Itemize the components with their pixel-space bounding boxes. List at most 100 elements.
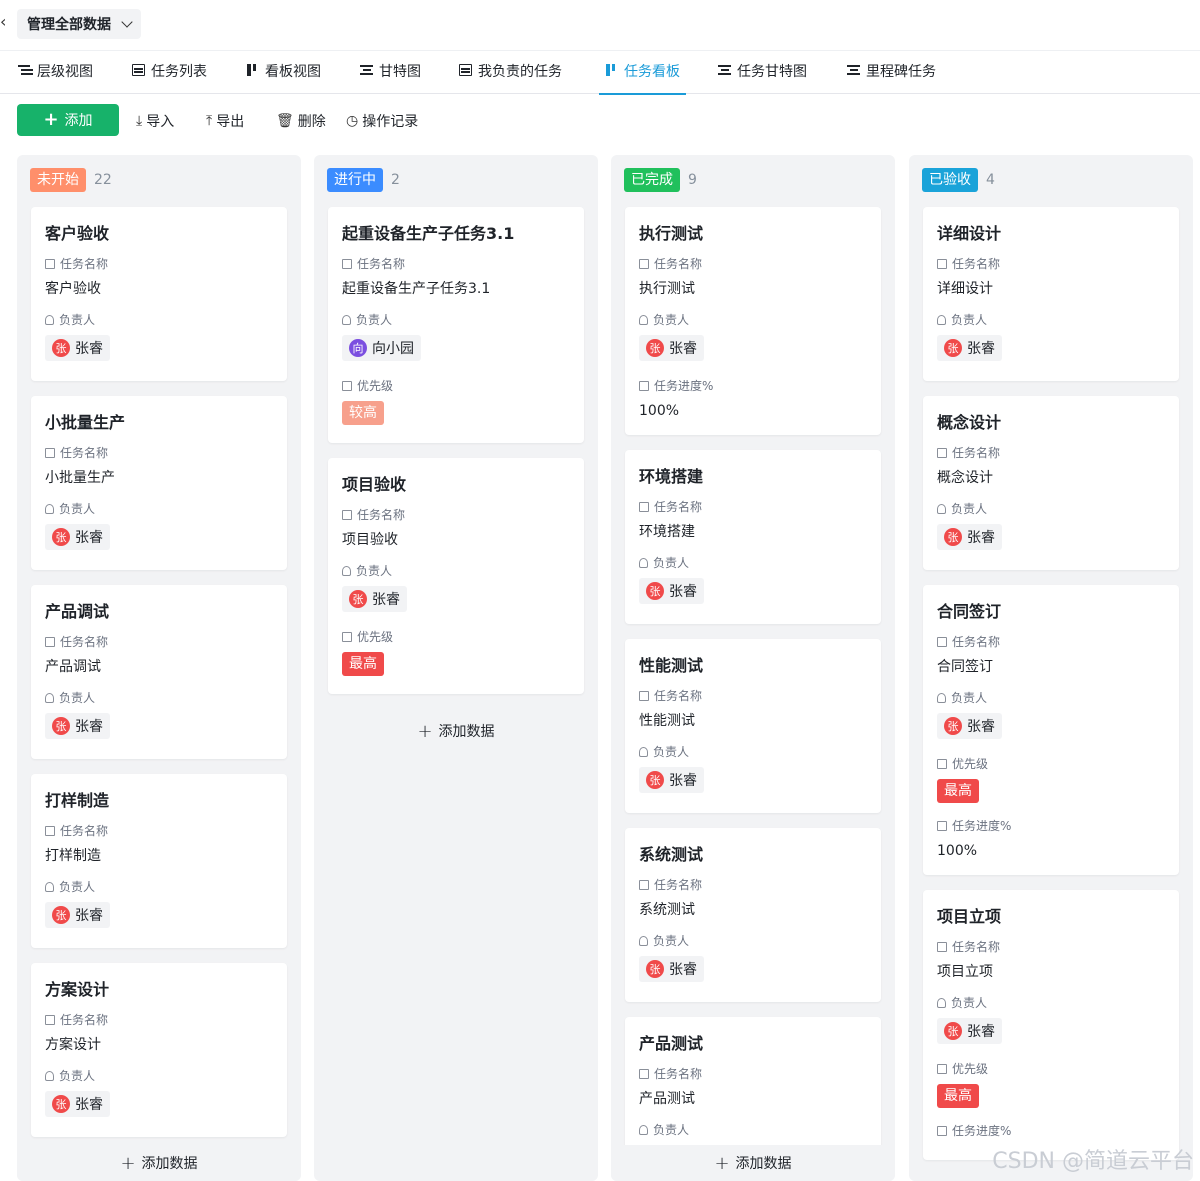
owner-chip[interactable]: 张张睿 — [937, 1018, 1002, 1044]
tab-board-view[interactable]: 看板视图 — [246, 61, 321, 95]
scope-dropdown[interactable]: 管理全部数据 — [17, 9, 141, 39]
field-icon — [45, 1015, 55, 1025]
label-text: 任务名称 — [60, 635, 109, 649]
card-title: 项目验收 — [342, 475, 407, 494]
tab-task-gantt[interactable]: 任务甘特图 — [718, 61, 807, 95]
owner-chip[interactable]: 张张睿 — [937, 335, 1002, 361]
avatar: 张 — [52, 339, 70, 357]
task-card[interactable]: 小批量生产 任务名称 小批量生产 负责人张张睿 — [31, 396, 287, 570]
view-tabs: 层级视图 任务列表 看板视图 甘特图 我负责的任务 任务看板 任务甘特图 里程碑… — [0, 50, 1200, 95]
import-button[interactable]: ⤓ 导入 — [136, 111, 174, 131]
card-title: 性能测试 — [639, 656, 704, 675]
person-icon — [342, 315, 351, 325]
owner-label: 负责人 — [639, 932, 867, 950]
back-icon[interactable]: ‹ — [0, 12, 6, 31]
task-card[interactable]: 概念设计 任务名称 概念设计 负责人张张睿 — [923, 396, 1179, 570]
owner-chip[interactable]: 张张睿 — [639, 956, 704, 982]
tab-label: 层级视图 — [37, 64, 93, 80]
field-icon — [937, 259, 947, 269]
priority-label: 优先级 — [937, 755, 1165, 773]
task-card[interactable]: 客户验收 任务名称 客户验收 负责人张张睿 — [31, 207, 287, 381]
progress-label: 任务进度% — [937, 817, 1165, 835]
delete-button[interactable]: 🗑 删除 — [276, 111, 326, 131]
label-text: 任务名称 — [60, 1013, 109, 1027]
task-name-value: 概念设计 — [937, 470, 993, 486]
task-card[interactable]: 执行测试 任务名称 执行测试 负责人张张睿 任务进度% 100% — [625, 207, 881, 435]
field-icon — [639, 691, 649, 701]
priority-badge: 较高 — [342, 401, 384, 425]
person-icon — [45, 693, 54, 703]
add-data-button[interactable]: + 添加数据 — [17, 1145, 301, 1181]
priority-badge: 最高 — [342, 652, 384, 676]
owner-chip[interactable]: 张张睿 — [45, 902, 110, 928]
plus-icon: + — [120, 1152, 136, 1174]
owner-chip[interactable]: 张张睿 — [639, 767, 704, 793]
export-button[interactable]: ⤒ 导出 — [206, 111, 244, 131]
gantt-icon — [718, 64, 731, 76]
task-card[interactable]: 合同签订 任务名称 合同签订 负责人张张睿 优先级 最高 任务进度% 100% — [923, 585, 1179, 875]
add-label: 添加 — [64, 113, 93, 129]
label-text: 负责人 — [951, 996, 988, 1010]
owner-name: 张睿 — [75, 908, 103, 924]
label-text: 任务名称 — [654, 500, 703, 514]
task-card[interactable]: 系统测试 任务名称 系统测试 负责人张张睿 — [625, 828, 881, 1002]
tab-gantt[interactable]: 甘特图 — [360, 61, 421, 95]
tab-my-tasks[interactable]: 我负责的任务 — [459, 61, 562, 95]
label-text: 任务名称 — [952, 635, 1001, 649]
list-icon — [132, 64, 145, 76]
card-list: 起重设备生产子任务3.1 任务名称 起重设备生产子任务3.1 负责人向向小园 优先级 较高… — [328, 207, 584, 709]
owner-chip[interactable]: 张张睿 — [45, 1091, 110, 1117]
kanban-column-in-progress: 进行中 2 起重设备生产子任务3.1 任务名称 起重设备生产子任务3.1 负责人向向小园优… — [314, 155, 598, 1181]
task-name-label: 任务名称 — [937, 633, 1165, 651]
add-data-button[interactable]: + 添加数据 — [314, 713, 598, 749]
owner-chip[interactable]: 张张睿 — [342, 586, 407, 612]
task-card[interactable]: 详细设计 任务名称 详细设计 负责人张张睿 — [923, 207, 1179, 381]
person-icon — [937, 504, 946, 514]
add-data-label: 添加数据 — [735, 1156, 792, 1172]
add-data-button[interactable]: + 添加数据 — [611, 1145, 895, 1181]
owner-chip[interactable]: 张张睿 — [45, 713, 110, 739]
progress-value: 100% — [639, 403, 680, 419]
avatar: 张 — [52, 528, 70, 546]
owner-label: 负责人 — [937, 689, 1165, 707]
tab-task-board[interactable]: 任务看板 — [599, 61, 686, 95]
kanban-column-completed: 已完成 9 执行测试 任务名称 执行测试 负责人张张睿 任务进度% 100% 环境搭建 任务名称环… — [611, 155, 895, 1181]
gantt-icon — [847, 64, 860, 76]
priority-label: 优先级 — [342, 377, 570, 395]
tab-task-list[interactable]: 任务列表 — [132, 61, 207, 95]
owner-chip[interactable]: 张张睿 — [639, 578, 704, 604]
label-text: 负责人 — [356, 564, 393, 578]
progress-icon — [639, 381, 649, 391]
owner-label: 负责人 — [45, 500, 273, 518]
avatar: 张 — [52, 1095, 70, 1113]
owner-chip[interactable]: 张张睿 — [937, 524, 1002, 550]
add-data-label: 添加数据 — [438, 724, 495, 740]
kanban-column-not-started: 未开始 22 客户验收 任务名称 客户验收 负责人张张睿 小批量生产 任务名称 小批量生产 负责人… — [17, 155, 301, 1181]
task-card[interactable]: 打样制造 任务名称 打样制造 负责人张张睿 — [31, 774, 287, 948]
owner-name: 张睿 — [669, 584, 697, 600]
card-title: 小批量生产 — [45, 413, 126, 432]
task-card[interactable]: 起重设备生产子任务3.1 任务名称 起重设备生产子任务3.1 负责人向向小园 优先级 较高 — [328, 207, 584, 443]
task-card[interactable]: 性能测试 任务名称 性能测试 负责人张张睿 — [625, 639, 881, 813]
task-card[interactable]: 环境搭建 任务名称 环境搭建 负责人张张睿 — [625, 450, 881, 624]
owner-chip[interactable]: 张张睿 — [937, 713, 1002, 739]
task-card[interactable]: 项目验收 任务名称 项目验收 负责人张张睿 优先级 最高 — [328, 458, 584, 694]
owner-chip[interactable]: 张张睿 — [639, 335, 704, 361]
owner-name: 张睿 — [669, 962, 697, 978]
field-icon — [639, 502, 649, 512]
task-card[interactable]: 项目立项 任务名称 项目立项 负责人张张睿 优先级 最高 任务进度% — [923, 890, 1179, 1160]
task-card[interactable]: 产品调试 任务名称 产品调试 负责人张张睿 — [31, 585, 287, 759]
owner-chip[interactable]: 张张睿 — [45, 335, 110, 361]
operation-log-button[interactable]: ◷ 操作记录 — [346, 111, 418, 131]
task-name-label: 任务名称 — [342, 255, 570, 273]
label-text: 负责人 — [356, 313, 393, 327]
tab-hierarchy[interactable]: 层级视图 — [18, 61, 93, 95]
kanban-column-accepted: 已验收 4 详细设计 任务名称 详细设计 负责人张张睿 概念设计 任务名称 概念设计 负责人张张睿… — [909, 155, 1193, 1181]
task-card[interactable]: 方案设计 任务名称 方案设计 负责人张张睿 — [31, 963, 287, 1137]
tab-milestones[interactable]: 里程碑任务 — [847, 61, 936, 95]
owner-chip[interactable]: 向向小园 — [342, 335, 421, 361]
add-button[interactable]: + 添加 — [17, 104, 119, 136]
owner-chip[interactable]: 张张睿 — [45, 524, 110, 550]
